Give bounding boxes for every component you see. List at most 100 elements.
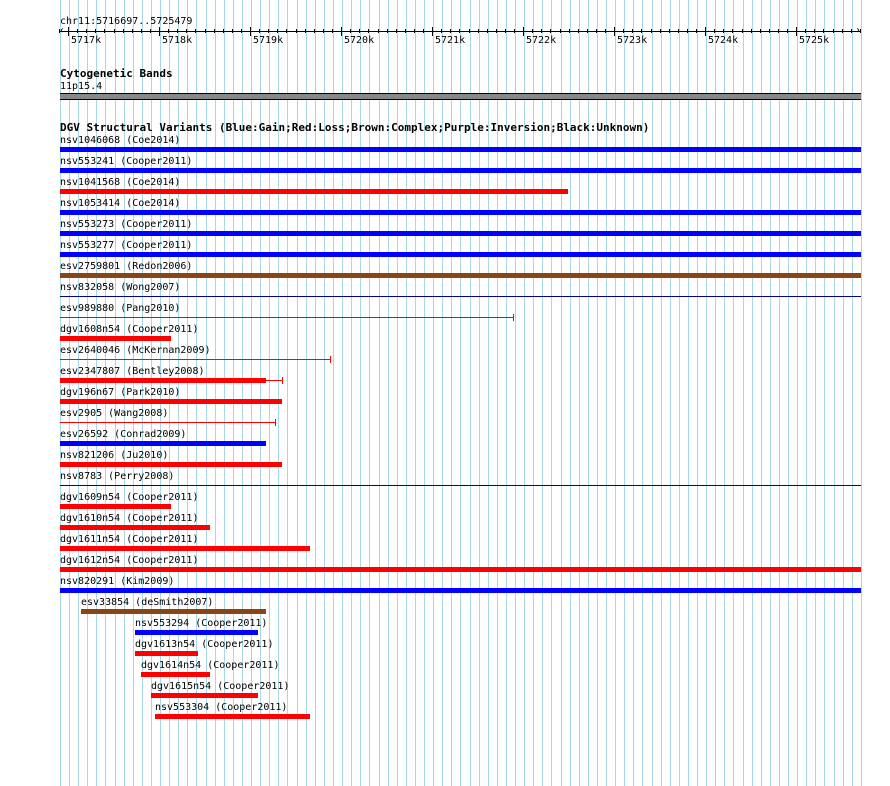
grid-line	[770, 0, 771, 786]
variant-label[interactable]: esv2759801 (Redon2006)	[60, 261, 192, 272]
variant-label[interactable]: dgv1615n54 (Cooper2011)	[151, 681, 289, 692]
ruler-minor-tick	[305, 29, 306, 33]
variant-bar-loss[interactable]	[60, 462, 282, 467]
grid-line	[561, 0, 562, 786]
variant-bar-loss[interactable]	[60, 378, 266, 383]
variant-label[interactable]: dgv1608n54 (Cooper2011)	[60, 324, 198, 335]
variant-bar-gain[interactable]	[135, 630, 258, 635]
variant-end-cap	[282, 377, 283, 384]
variant-label[interactable]: nsv8783 (Perry2008)	[60, 471, 174, 482]
grid-line	[369, 0, 370, 786]
grid-line	[679, 0, 680, 786]
variant-bar-gain[interactable]	[60, 252, 861, 257]
variant-bar-gain[interactable]	[60, 231, 861, 236]
ruler-tick-label: 5717k	[71, 35, 102, 46]
variant-label[interactable]: nsv1046068 (Coe2014)	[60, 135, 180, 146]
variant-bar-loss[interactable]	[60, 567, 861, 572]
variant-label[interactable]: esv2347807 (Bentley2008)	[60, 366, 205, 377]
grid-line	[470, 0, 471, 786]
grid-line	[424, 0, 425, 786]
variant-label[interactable]: nsv553277 (Cooper2011)	[60, 240, 192, 251]
grid-line	[551, 0, 552, 786]
variant-bar-loss[interactable]	[60, 525, 210, 530]
variant-label[interactable]: esv26592 (Conrad2009)	[60, 429, 186, 440]
grid-line	[788, 0, 789, 786]
variant-label[interactable]: nsv553241 (Cooper2011)	[60, 156, 192, 167]
variant-bar-loss[interactable]	[141, 672, 210, 677]
variant-label[interactable]: dgv1611n54 (Cooper2011)	[60, 534, 198, 545]
grid-line	[852, 0, 853, 786]
variant-bar-complex[interactable]	[81, 609, 266, 614]
ruler-minor-tick	[232, 29, 233, 33]
variant-bar-loss[interactable]	[60, 317, 513, 318]
grid-line	[715, 0, 716, 786]
grid-line	[642, 0, 643, 786]
variant-label[interactable]: dgv1613n54 (Cooper2011)	[135, 639, 273, 650]
variant-label[interactable]: nsv553273 (Cooper2011)	[60, 219, 192, 230]
variant-label[interactable]: nsv1053414 (Coe2014)	[60, 198, 180, 209]
variant-bar-gain[interactable]	[60, 296, 861, 297]
ruler-minor-tick	[560, 29, 561, 33]
variant-extension-line	[266, 380, 282, 381]
ruler-minor-tick	[651, 29, 652, 33]
ruler-minor-tick	[751, 29, 752, 33]
variant-label[interactable]: dgv196n67 (Park2010)	[60, 387, 180, 398]
ruler-minor-tick	[669, 29, 670, 33]
ruler-minor-tick	[132, 29, 133, 33]
variant-bar-loss[interactable]	[60, 359, 330, 360]
variant-bar-loss[interactable]	[151, 693, 258, 698]
variant-bar-gain[interactable]	[60, 210, 861, 215]
grid-line	[606, 0, 607, 786]
variant-bar-loss[interactable]	[60, 504, 171, 509]
variant-bar-loss[interactable]	[60, 189, 568, 194]
ruler-minor-tick	[59, 29, 60, 33]
variant-label[interactable]: dgv1609n54 (Cooper2011)	[60, 492, 198, 503]
variant-bar-gain[interactable]	[60, 168, 861, 173]
grid-line	[297, 0, 298, 786]
variant-label[interactable]: nsv553304 (Cooper2011)	[155, 702, 287, 713]
ruler-minor-tick	[104, 29, 105, 33]
variant-label[interactable]: nsv821206 (Ju2010)	[60, 450, 168, 461]
variant-bar-loss[interactable]	[135, 651, 198, 656]
ruler-minor-tick	[605, 29, 606, 33]
ruler-minor-tick	[687, 29, 688, 33]
variant-label[interactable]: dgv1612n54 (Cooper2011)	[60, 555, 198, 566]
ruler-minor-tick	[241, 29, 242, 33]
variant-label[interactable]: esv2640046 (McKernan2009)	[60, 345, 211, 356]
ruler-minor-tick	[177, 29, 178, 33]
ruler-minor-tick	[760, 29, 761, 33]
grid-line	[752, 0, 753, 786]
grid-line	[815, 0, 816, 786]
variant-label[interactable]: nsv1041568 (Coe2014)	[60, 177, 180, 188]
variant-bar-complex[interactable]	[60, 273, 861, 278]
variant-label[interactable]: esv989880 (Pang2010)	[60, 303, 180, 314]
variant-bar-gain[interactable]	[60, 485, 861, 486]
variant-bar-loss[interactable]	[60, 546, 310, 551]
ruler-minor-tick	[696, 29, 697, 33]
variant-bar-gain[interactable]	[60, 588, 861, 593]
variant-bar-loss[interactable]	[60, 399, 282, 404]
variant-label[interactable]: nsv553294 (Cooper2011)	[135, 618, 267, 629]
grid-line	[743, 0, 744, 786]
ruler-minor-tick	[359, 29, 360, 33]
cytoband-11p15-4[interactable]	[60, 93, 861, 100]
variant-label[interactable]: dgv1610n54 (Cooper2011)	[60, 513, 198, 524]
variant-bar-loss[interactable]	[60, 336, 171, 341]
variant-bar-gain[interactable]	[60, 147, 861, 152]
ruler-minor-tick	[823, 29, 824, 33]
variant-label[interactable]: dgv1614n54 (Cooper2011)	[141, 660, 279, 671]
ruler-minor-tick	[469, 29, 470, 33]
ruler-minor-tick	[195, 29, 196, 33]
variant-label[interactable]: esv2905 (Wang2008)	[60, 408, 168, 419]
variant-bar-loss[interactable]	[60, 422, 275, 423]
grid-line	[570, 0, 571, 786]
variant-label[interactable]: nsv820291 (Kim2009)	[60, 576, 174, 587]
ruler-minor-tick	[787, 29, 788, 33]
variant-end-cap	[513, 314, 514, 321]
variant-bar-loss[interactable]	[155, 714, 310, 719]
variant-bar-gain[interactable]	[60, 441, 266, 446]
ruler-minor-tick	[478, 29, 479, 33]
variant-label[interactable]: nsv832058 (Wong2007)	[60, 282, 180, 293]
ruler-minor-tick	[541, 29, 542, 33]
variant-label[interactable]: esv33854 (deSmith2007)	[81, 597, 213, 608]
